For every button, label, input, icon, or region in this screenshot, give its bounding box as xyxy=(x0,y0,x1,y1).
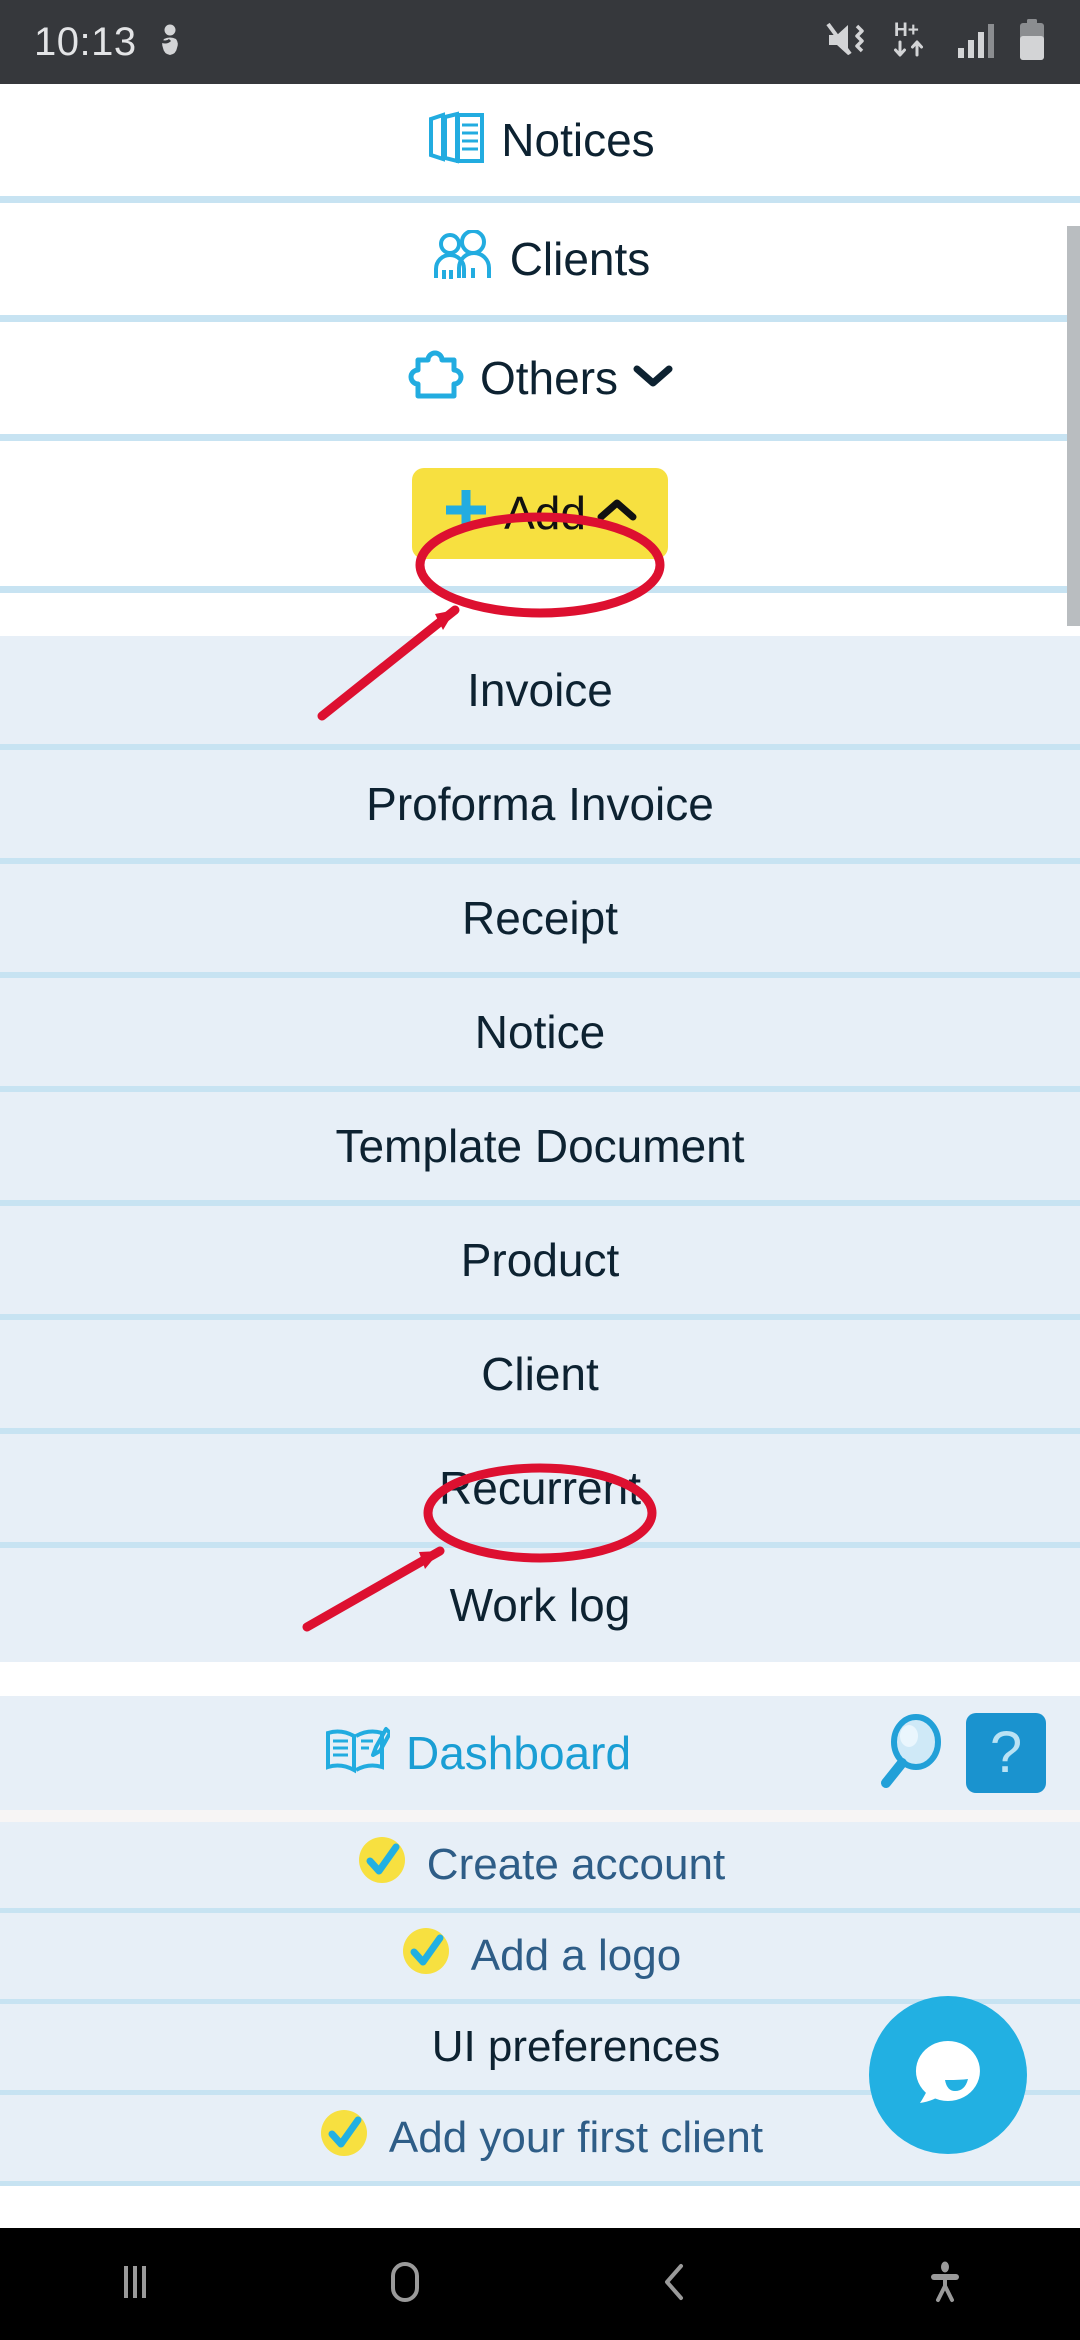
dropdown-item-work-log[interactable]: Work log xyxy=(0,1548,1080,1662)
check-badge-placeholder xyxy=(360,2020,414,2074)
status-bar-right: H+ xyxy=(826,18,1046,67)
add-dropdown-menu: Invoice Proforma Invoice Receipt Notice … xyxy=(0,636,1080,1662)
recents-button[interactable] xyxy=(0,2254,270,2315)
status-bar: 10:13 H+ xyxy=(0,0,1080,84)
battery-icon xyxy=(1018,18,1046,66)
dropdown-item-receipt[interactable]: Receipt xyxy=(0,864,1080,978)
dropdown-item-recurrent[interactable]: Recurrent xyxy=(0,1434,1080,1548)
chevron-down-icon xyxy=(632,363,674,394)
add-button-row: Add xyxy=(0,441,1080,593)
check-badge-icon xyxy=(317,2106,371,2171)
nav-scrollbar[interactable] xyxy=(1067,226,1080,626)
dropdown-item-invoice[interactable]: Invoice xyxy=(0,636,1080,750)
add-button[interactable]: Add xyxy=(412,468,668,559)
add-button-label: Add xyxy=(504,486,586,539)
magnifier-icon[interactable] xyxy=(878,1713,948,1794)
open-book-pencil-icon xyxy=(324,1725,392,1782)
check-badge-icon xyxy=(399,1924,453,1989)
checklist-item-create-account[interactable]: Create account xyxy=(0,1822,1080,1913)
chevron-up-icon xyxy=(596,497,638,528)
checklist-item-label: UI preferences xyxy=(431,2022,721,2071)
android-navigation-bar xyxy=(0,2228,1080,2340)
signal-bars-icon xyxy=(956,21,998,64)
h-plus-data-icon: H+ xyxy=(890,18,936,67)
home-button[interactable] xyxy=(270,2254,540,2315)
chat-bubble-smile-icon xyxy=(906,2031,990,2120)
status-bar-left: 10:13 xyxy=(34,20,185,65)
chat-fab-button[interactable] xyxy=(869,1996,1027,2154)
puzzle-piece-icon xyxy=(406,348,466,409)
nav-item-label: Notices xyxy=(501,114,655,166)
do-not-disturb-person-icon xyxy=(155,23,185,62)
checklist-item-label: Add your first client xyxy=(388,2113,764,2162)
top-navigation: Notices Clients Others Add xyxy=(0,84,1080,593)
dropdown-item-notice[interactable]: Notice xyxy=(0,978,1080,1092)
plus-icon xyxy=(438,482,494,543)
home-icon xyxy=(377,2254,433,2315)
status-bar-clock: 10:13 xyxy=(34,19,137,64)
accessibility-button[interactable] xyxy=(810,2254,1080,2315)
dropdown-item-client[interactable]: Client xyxy=(0,1320,1080,1434)
svg-text:H+: H+ xyxy=(894,20,919,41)
check-badge-icon xyxy=(355,1833,409,1898)
accessibility-icon xyxy=(917,2254,973,2315)
mute-vibrate-icon xyxy=(826,20,870,65)
phone-screen: 10:13 H+ Notices Clients Others Add Invo… xyxy=(0,0,1080,2340)
dashboard-link[interactable]: Dashboard xyxy=(324,1725,631,1782)
dashboard-bar: Dashboard ? xyxy=(0,1696,1080,1810)
nav-item-clients[interactable]: Clients xyxy=(0,203,1080,322)
nav-item-label: Others xyxy=(479,352,619,404)
dashboard-label: Dashboard xyxy=(406,1727,632,1779)
nav-item-others[interactable]: Others xyxy=(0,322,1080,441)
stacked-documents-icon xyxy=(425,109,487,172)
dropdown-item-proforma-invoice[interactable]: Proforma Invoice xyxy=(0,750,1080,864)
checklist-item-add-a-logo[interactable]: Add a logo xyxy=(0,1913,1080,2004)
checklist-item-label: Add a logo xyxy=(470,1931,682,1980)
checklist-item-label: Create account xyxy=(426,1840,726,1889)
nav-item-label: Clients xyxy=(509,233,651,285)
dropdown-item-product[interactable]: Product xyxy=(0,1206,1080,1320)
checklist-divider xyxy=(0,1810,1080,1822)
section-divider xyxy=(0,1680,1080,1696)
back-icon xyxy=(647,2254,703,2315)
dashboard-actions: ? xyxy=(878,1713,1046,1794)
nav-item-notices[interactable]: Notices xyxy=(0,84,1080,203)
recents-icon xyxy=(107,2254,163,2315)
help-button[interactable]: ? xyxy=(966,1713,1046,1793)
people-group-icon xyxy=(430,228,496,289)
dropdown-item-template-document[interactable]: Template Document xyxy=(0,1092,1080,1206)
back-button[interactable] xyxy=(540,2254,810,2315)
